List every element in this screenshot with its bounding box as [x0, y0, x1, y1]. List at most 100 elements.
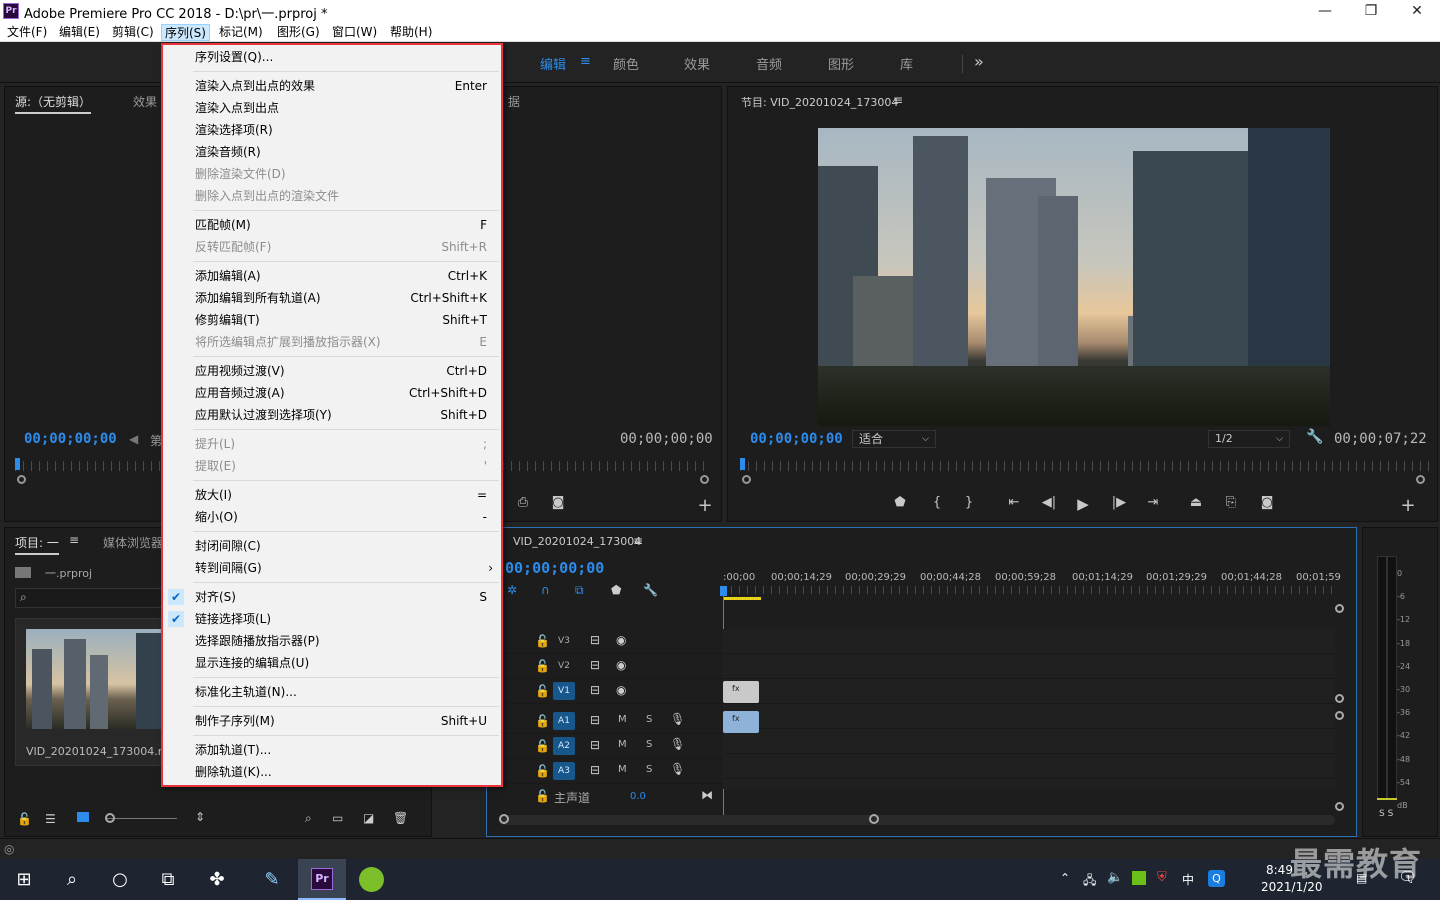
menu-item[interactable]: 添加编辑(A) Ctrl+K	[163, 265, 501, 287]
mark-in-icon[interactable]: {	[927, 495, 947, 510]
export-frame-camera-icon[interactable]: ◙	[1257, 495, 1277, 510]
find-icon[interactable]: ⌕	[305, 811, 312, 826]
menu-edit[interactable]: 编辑(E)	[56, 24, 103, 41]
program-playhead[interactable]	[740, 458, 745, 470]
sync-lock-icon[interactable]: ⊟	[590, 713, 600, 727]
tray-up-arrow-icon[interactable]: ⌃	[1060, 871, 1070, 885]
menu-item[interactable]: 转到间隔(G) ›	[163, 557, 501, 579]
video-clip[interactable]: fx	[723, 681, 759, 703]
menu-item[interactable]: ✔ 对齐(S) S	[163, 586, 501, 608]
lock-icon[interactable]: 🔓	[535, 739, 550, 753]
new-bin-icon[interactable]: ▭	[332, 811, 343, 825]
go-to-end-icon[interactable]: ⧓	[701, 788, 713, 802]
sync-lock-icon[interactable]: ⊟	[590, 738, 600, 752]
sync-lock-icon[interactable]: ⊟	[590, 763, 600, 777]
menu-item[interactable]: 序列设置(Q)...	[163, 46, 501, 68]
lift-icon[interactable]: ⏏	[1186, 495, 1206, 510]
zoom-slider-track[interactable]	[107, 818, 177, 819]
menu-item[interactable]: 渲染入点到出点的效果 Enter	[163, 75, 501, 97]
eye-icon[interactable]: ◉	[616, 633, 626, 647]
menu-item[interactable]: 匹配帧(M) F	[163, 214, 501, 236]
lock-icon[interactable]: 🔓	[17, 812, 32, 826]
timeline-settings-wrench-icon[interactable]: 🔧	[643, 583, 658, 597]
timeline-vscroll-handle[interactable]	[1335, 802, 1344, 811]
background-tasks-icon[interactable]: ◎	[4, 842, 14, 856]
source-tab[interactable]: 源:（无剪辑）	[15, 93, 92, 114]
app-fan-icon[interactable]: ✤	[202, 865, 232, 895]
source-camera-icon[interactable]: ◙	[548, 495, 568, 510]
volume-icon[interactable]: 🔈	[1107, 870, 1123, 885]
nest-icon[interactable]: ✲	[507, 583, 517, 597]
timeline-sequence-tab[interactable]: VID_20201024_173004	[513, 535, 641, 548]
task-view-icon[interactable]: ⧉	[153, 865, 183, 895]
source-timecode-current[interactable]: 00;00;00;00	[24, 431, 117, 447]
program-menu-icon[interactable]: ≡	[893, 93, 903, 107]
clip-thumbnail-card[interactable]: VID_20201024_173004.mp4	[15, 618, 182, 766]
settings-wrench-icon[interactable]: 🔧	[1306, 429, 1323, 445]
play-icon[interactable]: ▶	[1073, 495, 1093, 513]
workspace-tab-libraries[interactable]: 库	[900, 54, 913, 73]
timeline-playhead-handle[interactable]	[720, 586, 727, 596]
snap-icon[interactable]: ∩	[541, 583, 550, 597]
track-label-v2[interactable]: V2	[553, 657, 575, 675]
nvidia-icon[interactable]	[1132, 871, 1146, 885]
lock-icon[interactable]: 🔓	[535, 659, 550, 673]
menu-marker[interactable]: 标记(M)	[216, 24, 266, 41]
microphone-icon[interactable]: 🎙	[670, 712, 685, 726]
add-marker-icon[interactable]: ⬟	[890, 495, 910, 510]
menu-window[interactable]: 窗口(W)	[329, 24, 380, 41]
program-ruler[interactable]	[740, 461, 1430, 471]
trash-icon[interactable]: 🗑	[393, 811, 408, 825]
menu-item[interactable]: 标准化主轨道(N)...	[163, 681, 501, 703]
menu-item[interactable]: 应用音频过渡(A) Ctrl+Shift+D	[163, 382, 501, 404]
go-to-in-icon[interactable]: ⇤	[1004, 495, 1024, 510]
windows-start-icon[interactable]: ⊞	[9, 865, 39, 895]
menu-item[interactable]: 渲染音频(R)	[163, 141, 501, 163]
menu-item[interactable]: 修剪编辑(T) Shift+T	[163, 309, 501, 331]
close-button[interactable]: ✕	[1394, 0, 1440, 22]
timeline-vscroll-handle[interactable]	[1335, 604, 1344, 613]
source-zoom-handle-right[interactable]	[700, 475, 709, 484]
menu-help[interactable]: 帮助(H)	[387, 24, 435, 41]
timeline-vscroll-handle[interactable]	[1335, 711, 1344, 720]
network-icon[interactable]: 🖧	[1083, 871, 1096, 892]
project-search-input[interactable]: ⌕	[15, 588, 165, 608]
eye-icon[interactable]: ◉	[616, 658, 626, 672]
ime-indicator[interactable]: 中	[1182, 871, 1194, 888]
sync-lock-icon[interactable]: ⊟	[590, 633, 600, 647]
program-add-button-icon[interactable]: +	[1398, 495, 1418, 516]
media-browser-tab[interactable]: 媒体浏览器	[103, 534, 163, 551]
zoom-slider-handle[interactable]	[105, 813, 115, 823]
add-marker-icon[interactable]: ⬟	[611, 583, 621, 597]
extract-icon[interactable]: ⎘	[1221, 495, 1241, 510]
new-item-icon[interactable]: ◪	[363, 811, 374, 825]
workspace-menu-icon[interactable]: ≡	[580, 54, 591, 69]
restore-button[interactable]: ❐	[1348, 0, 1394, 22]
mute-button[interactable]: M	[618, 739, 627, 750]
security-shield-icon[interactable]: ⛨	[1157, 870, 1167, 885]
mark-out-icon[interactable]: }	[959, 495, 979, 510]
timeline-vscroll-handle[interactable]	[1335, 694, 1344, 703]
step-forward-icon[interactable]: |▶	[1109, 495, 1129, 510]
track-label-v1[interactable]: V1	[553, 682, 575, 700]
menu-item[interactable]: 显示连接的编辑点(U)	[163, 652, 501, 674]
mute-button[interactable]: M	[618, 764, 627, 775]
master-volume-value[interactable]: 0.0	[630, 791, 646, 802]
solo-button[interactable]: S	[646, 714, 652, 725]
microphone-icon[interactable]: 🎙	[670, 737, 685, 751]
menu-item[interactable]: 添加轨道(T)...	[163, 739, 501, 761]
workspace-more-icon[interactable]: »	[974, 52, 984, 71]
menu-item[interactable]: 封闭间隙(C)	[163, 535, 501, 557]
mute-button[interactable]: M	[618, 714, 627, 725]
workspace-tab-color[interactable]: 颜色	[613, 54, 639, 73]
taskbar-time[interactable]: 8:49	[1266, 863, 1293, 877]
linked-selection-icon[interactable]: ⧉	[575, 583, 584, 598]
work-area-bar[interactable]	[723, 597, 761, 600]
timeline-menu-icon[interactable]: ≡	[633, 534, 643, 548]
resolution-dropdown[interactable]: 1/2 ⌵	[1208, 430, 1290, 448]
source-export-frame-icon[interactable]: ⎙	[513, 495, 533, 510]
program-title[interactable]: 节目: VID_20201024_173004	[741, 94, 898, 110]
lock-icon[interactable]: 🔓	[535, 789, 550, 803]
sync-lock-icon[interactable]: ⊟	[590, 683, 600, 697]
taskbar-premiere-active[interactable]: Pr	[298, 859, 346, 900]
